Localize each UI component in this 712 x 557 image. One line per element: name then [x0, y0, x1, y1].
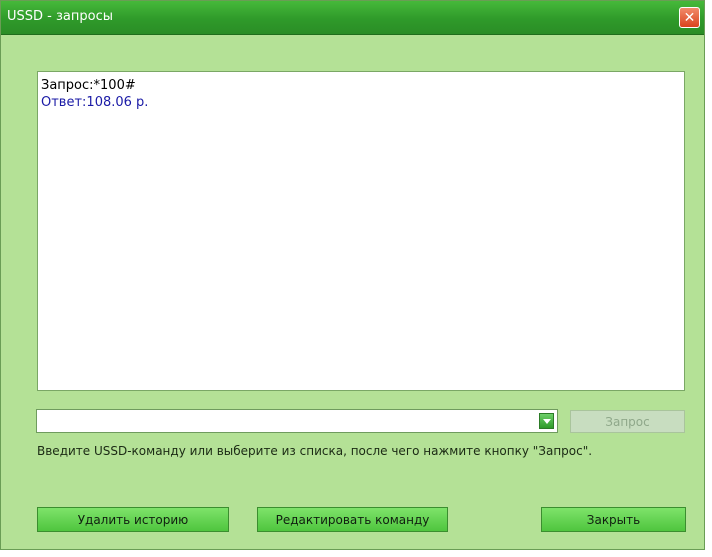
history-answer-line: Ответ:108.06 р. [41, 95, 149, 110]
instruction-text: Введите USSD-команду или выберите из спи… [37, 444, 593, 458]
ussd-command-combobox[interactable] [36, 409, 558, 433]
history-log[interactable]: Запрос:*100# Ответ:108.06 р. [37, 71, 685, 391]
ussd-dialog: USSD - запросы ✕ Запрос:*100# Ответ:108.… [0, 0, 705, 550]
query-button[interactable]: Запрос [570, 410, 685, 433]
combo-dropdown-button[interactable] [539, 413, 554, 429]
chevron-down-icon [542, 418, 551, 424]
window-title: USSD - запросы [7, 9, 113, 24]
close-window-button[interactable]: ✕ [679, 7, 700, 28]
close-icon: ✕ [683, 9, 696, 26]
edit-command-button[interactable]: Редактировать команду [257, 507, 448, 532]
title-bar[interactable]: USSD - запросы ✕ [1, 1, 704, 35]
close-button[interactable]: Закрыть [541, 507, 686, 532]
delete-history-button[interactable]: Удалить историю [37, 507, 229, 532]
history-request-line: Запрос:*100# [41, 78, 136, 93]
